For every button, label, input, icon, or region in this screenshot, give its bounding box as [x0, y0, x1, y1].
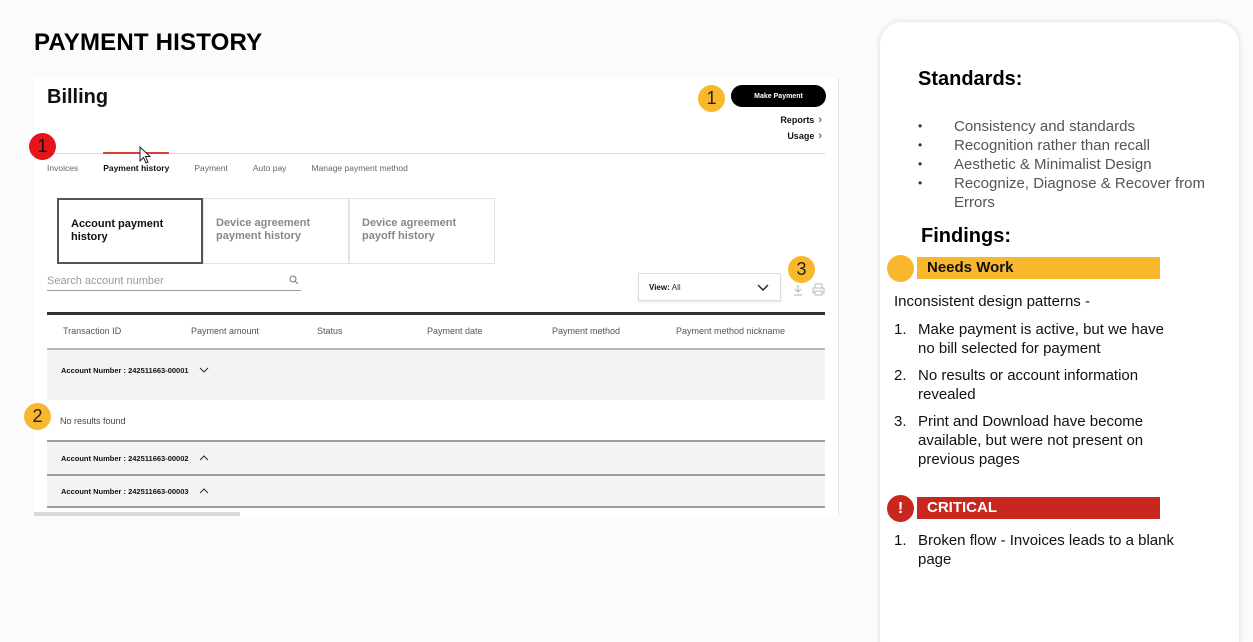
chevron-down-icon: [199, 367, 208, 373]
tab-payment[interactable]: Payment: [194, 163, 228, 177]
search-icon: [289, 275, 299, 285]
critical-alert-icon: !: [887, 495, 914, 522]
tab-auto-pay[interactable]: Auto pay: [253, 163, 287, 177]
marker-critical-tabs: 1: [29, 133, 56, 160]
tab-payment-history[interactable]: Payment history: [103, 152, 170, 177]
item-text: Make payment is active, but we have no b…: [918, 321, 1164, 357]
print-icon[interactable]: [812, 283, 825, 296]
chevron-up-icon: [199, 488, 208, 494]
chevron-right-icon: ›: [818, 130, 822, 142]
critical-banner: CRITICAL: [917, 497, 1160, 519]
marker-download-print: 3: [788, 256, 815, 283]
col-transaction-id: Transaction ID: [63, 326, 122, 336]
subtab-device-agreement-payoff-history[interactable]: Device agreement payoff history: [349, 198, 495, 264]
list-item: 1. Broken flow - Invoices leads to a bla…: [894, 531, 1184, 569]
horizontal-scrollbar[interactable]: [34, 512, 240, 516]
item-number: 1.: [894, 532, 907, 549]
list-item: 2. No results or account information rev…: [894, 366, 1184, 404]
make-payment-button[interactable]: Make Payment: [731, 85, 826, 107]
needs-work-banner: Needs Work: [917, 257, 1160, 279]
item-number: 3.: [894, 413, 907, 430]
subtab-account-payment-history[interactable]: Account payment history: [57, 198, 203, 264]
no-results-message: No results found: [60, 416, 126, 426]
subtab-device-agreement-payment-history[interactable]: Device agreement payment history: [203, 198, 349, 264]
account-number: Account Number : 242511663-00002: [61, 453, 189, 463]
item-text: Broken flow - Invoices leads to a blank …: [918, 532, 1174, 568]
view-label: View:: [649, 282, 670, 292]
tab-invoices[interactable]: Invoices: [47, 163, 78, 177]
download-icon[interactable]: [793, 284, 803, 296]
col-payment-date: Payment date: [427, 326, 483, 336]
subtab-row: Account payment history Device agreement…: [57, 198, 495, 264]
col-payment-method: Payment method: [552, 326, 621, 336]
billing-title: Billing: [47, 86, 109, 108]
billing-screenshot: Billing Make Payment Reports › Usage › I…: [34, 78, 839, 516]
item-text: No results or account information reveal…: [918, 367, 1139, 403]
account-number: Account Number : 242511663-00003: [61, 486, 189, 496]
mouse-cursor-icon: [139, 146, 152, 164]
account-row[interactable]: Account Number : 242511663-00003: [47, 476, 825, 506]
col-status: Status: [317, 326, 343, 336]
list-item: 3. Print and Download have become availa…: [894, 412, 1184, 469]
col-payment-amount: Payment amount: [191, 326, 260, 336]
item-number: 1.: [894, 321, 907, 338]
list-item: Aesthetic & Minimalist Design: [918, 155, 1228, 174]
chevron-down-icon: [757, 284, 769, 291]
list-item: Consistency and standards: [918, 117, 1228, 136]
marker-make-payment: 1: [698, 85, 725, 112]
needs-work-dot-icon: [887, 255, 914, 282]
search-input[interactable]: Search account number: [47, 275, 301, 291]
standards-list: Consistency and standards Recognition ra…: [918, 117, 1228, 212]
reports-label: Reports: [780, 115, 815, 125]
reports-link[interactable]: Reports ›: [780, 114, 822, 126]
usage-link[interactable]: Usage ›: [787, 130, 822, 142]
view-dropdown[interactable]: View: All: [638, 273, 781, 301]
col-payment-method-nickname: Payment method nickname: [676, 326, 786, 336]
marker-no-results: 2: [24, 403, 51, 430]
needs-work-intro: Inconsistent design patterns -: [894, 293, 1090, 310]
list-item: 1. Make payment is active, but we have n…: [894, 320, 1184, 358]
item-number: 2.: [894, 367, 907, 384]
critical-list: 1. Broken flow - Invoices leads to a bla…: [894, 531, 1184, 569]
table-top-border: [47, 312, 825, 315]
chevron-right-icon: ›: [818, 114, 822, 126]
needs-work-list: 1. Make payment is active, but we have n…: [894, 320, 1184, 477]
view-value: All: [671, 282, 681, 292]
usage-label: Usage: [787, 131, 815, 141]
tab-manage-payment-method[interactable]: Manage payment method: [311, 163, 407, 177]
search-placeholder: Search account number: [47, 275, 164, 287]
account-number: Account Number : 242511663-00001: [61, 366, 189, 375]
account-row[interactable]: Account Number : 242511663-00001: [47, 350, 825, 400]
account-row[interactable]: Account Number : 242511663-00002: [47, 442, 825, 474]
list-item: Recognition rather than recall: [918, 136, 1228, 155]
list-item: Recognize, Diagnose & Recover from Error…: [918, 174, 1228, 212]
findings-title: Findings:: [921, 225, 1011, 247]
item-text: Print and Download have become available…: [918, 413, 1144, 468]
standards-title: Standards:: [918, 68, 1023, 90]
page-title: PAYMENT HISTORY: [34, 29, 263, 56]
billing-tabs: Invoices Payment history Payment Auto pa…: [47, 152, 433, 177]
divider: [47, 506, 825, 508]
chevron-up-icon: [199, 455, 208, 461]
